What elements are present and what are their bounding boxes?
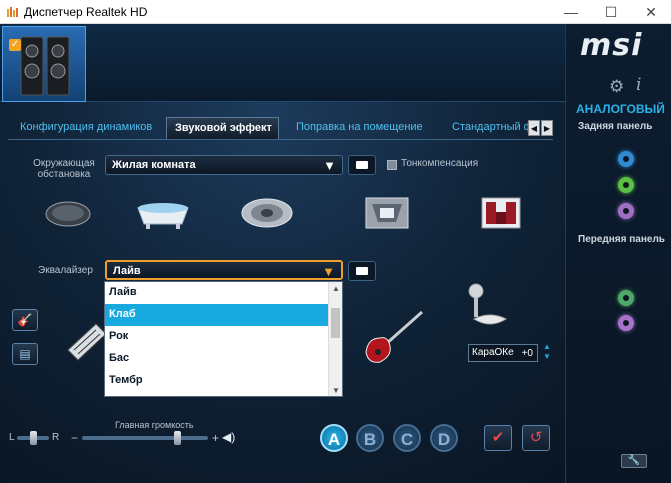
dropdown-option-selected[interactable]: Клаб bbox=[105, 304, 329, 326]
balance-right-label: R bbox=[52, 432, 60, 443]
minimize-button[interactable]: — bbox=[551, 0, 591, 24]
tab-room-correction[interactable]: Поправка на помещение bbox=[288, 117, 431, 139]
equalizer-select[interactable]: Лайв ▼ bbox=[105, 260, 343, 280]
scroll-down-arrow-icon[interactable]: ▼ bbox=[331, 386, 341, 395]
front-jack-green[interactable] bbox=[618, 290, 634, 306]
msi-logo: msi bbox=[580, 28, 643, 63]
equalizer-value: Лайв bbox=[113, 265, 141, 277]
karaoke-down-button[interactable]: ▼ bbox=[542, 353, 552, 361]
profile-c-button[interactable]: C bbox=[393, 424, 421, 452]
environment-label-line2: обстановка bbox=[37, 169, 91, 180]
profile-d-button[interactable]: D bbox=[430, 424, 458, 452]
environment-label: Окружающая обстановка bbox=[26, 158, 102, 180]
info-icon[interactable]: i bbox=[636, 75, 641, 95]
close-button[interactable]: ✕ bbox=[631, 0, 671, 24]
front-jack-purple[interactable] bbox=[618, 315, 634, 331]
equalizer-label: Эквалайзер bbox=[38, 265, 93, 276]
connector-settings-button[interactable]: 🔧 bbox=[621, 454, 647, 468]
dropdown-option[interactable]: Бас bbox=[105, 348, 329, 370]
tab-underline bbox=[8, 139, 553, 140]
dropdown-option[interactable]: Тембр bbox=[105, 370, 329, 392]
master-volume-slider-knob[interactable] bbox=[173, 431, 181, 445]
side-panel: msi ⚙ i АНАЛОГОВЫЙ Задняя панель Передня… bbox=[565, 24, 671, 483]
karaoke-value: +0 bbox=[521, 348, 533, 359]
front-panel-label: Передняя панель bbox=[578, 234, 665, 245]
tab-speaker-config[interactable]: Конфигурация динамиков bbox=[12, 117, 160, 139]
environment-reset-toggle[interactable] bbox=[348, 155, 376, 175]
keyboard-instrument-icon bbox=[67, 323, 107, 361]
device-strip: ✓ bbox=[0, 24, 565, 102]
profile-a-button[interactable]: A bbox=[320, 424, 348, 452]
stone-corridor-icon[interactable] bbox=[240, 196, 294, 230]
equalizer-reset-toggle[interactable] bbox=[348, 261, 376, 281]
chevron-down-icon: ▼ bbox=[322, 264, 335, 279]
balance-left-label: L bbox=[9, 432, 15, 443]
back-jack-purple[interactable] bbox=[618, 203, 634, 219]
speakers-device-tile[interactable]: ✓ bbox=[2, 26, 86, 102]
electric-guitar-icon bbox=[365, 310, 423, 363]
tab-scroll-left-button[interactable]: ◀ bbox=[528, 120, 540, 136]
window-title: Диспетчер Realtek HD bbox=[24, 5, 148, 19]
profile-b-button[interactable]: B bbox=[356, 424, 384, 452]
chevron-down-icon: ▼ bbox=[323, 158, 336, 173]
sewer-pipe-icon[interactable] bbox=[44, 198, 92, 228]
checkmark-icon: ✔ bbox=[491, 429, 505, 446]
equalizer-icon: ▤ bbox=[19, 347, 31, 361]
equalizer-dropdown-list: Лайв Клаб Рок Бас Тембр ▲ ▼ bbox=[104, 281, 343, 397]
scroll-up-arrow-icon[interactable]: ▲ bbox=[331, 284, 341, 293]
scroll-thumb[interactable] bbox=[331, 308, 340, 338]
karaoke-field[interactable]: КараОКе +0 bbox=[468, 344, 538, 362]
microphone-lips-icon bbox=[468, 283, 508, 325]
volume-plus-label: + bbox=[212, 431, 220, 445]
main-panel: ✓ msi ⚙ i АНАЛОГОВЫЙ Задняя панель Перед… bbox=[0, 24, 671, 483]
analog-label: АНАЛОГОВЫЙ bbox=[576, 102, 665, 116]
environment-select[interactable]: Жилая комната ▼ bbox=[105, 155, 343, 175]
karaoke-up-button[interactable]: ▲ bbox=[542, 343, 552, 351]
loudness-checkbox[interactable] bbox=[387, 160, 397, 170]
loudness-label: Тонкомпенсация bbox=[401, 158, 479, 169]
back-panel-label: Задняя панель bbox=[578, 121, 653, 132]
bathroom-icon[interactable] bbox=[134, 194, 192, 232]
default-device-check-icon: ✓ bbox=[9, 39, 21, 51]
karaoke-label: КараОКе bbox=[472, 347, 514, 358]
dropdown-scrollbar[interactable]: ▲ ▼ bbox=[328, 282, 342, 396]
dropdown-option[interactable]: Лайв bbox=[105, 282, 329, 304]
tab-standard-format[interactable]: Стандартный ф bbox=[444, 117, 532, 139]
tab-scroll-right-button[interactable]: ▶ bbox=[541, 120, 553, 136]
reset-preset-button[interactable]: ↺ bbox=[522, 425, 550, 451]
title-bar: Диспетчер Realtek HD — ☐ ✕ bbox=[0, 0, 671, 24]
wrench-icon: 🔧 bbox=[627, 455, 641, 466]
graphic-eq-button[interactable]: ▤ bbox=[12, 343, 38, 365]
environment-value: Жилая комната bbox=[112, 159, 196, 171]
save-preset-button[interactable]: ✔ bbox=[484, 425, 512, 451]
tab-sound-effects[interactable]: Звуковой эффект bbox=[166, 117, 279, 139]
concert-hall-icon[interactable] bbox=[478, 194, 524, 234]
guitar-mode-button[interactable]: 🎸 bbox=[12, 309, 38, 331]
maximize-button[interactable]: ☐ bbox=[591, 0, 631, 24]
volume-minus-label: − bbox=[71, 431, 79, 445]
master-volume-label: Главная громкость bbox=[115, 420, 194, 430]
back-jack-green[interactable] bbox=[618, 177, 634, 193]
dropdown-option[interactable]: Рок bbox=[105, 326, 329, 348]
auditorium-icon[interactable] bbox=[364, 194, 410, 232]
master-volume-slider[interactable] bbox=[82, 436, 208, 440]
guitar-icon: 🎸 bbox=[17, 313, 33, 327]
realtek-app-icon bbox=[7, 7, 18, 17]
balance-slider-knob[interactable] bbox=[30, 431, 37, 445]
reset-check-icon: ↺ bbox=[529, 429, 543, 446]
tab-bar: Конфигурация динамиков Звуковой эффект П… bbox=[8, 117, 553, 139]
speaker-volume-icon[interactable]: ◀) bbox=[222, 430, 235, 444]
gear-icon[interactable]: ⚙ bbox=[609, 77, 624, 97]
environment-label-line1: Окружающая bbox=[33, 158, 95, 169]
back-jack-blue[interactable] bbox=[618, 151, 634, 167]
